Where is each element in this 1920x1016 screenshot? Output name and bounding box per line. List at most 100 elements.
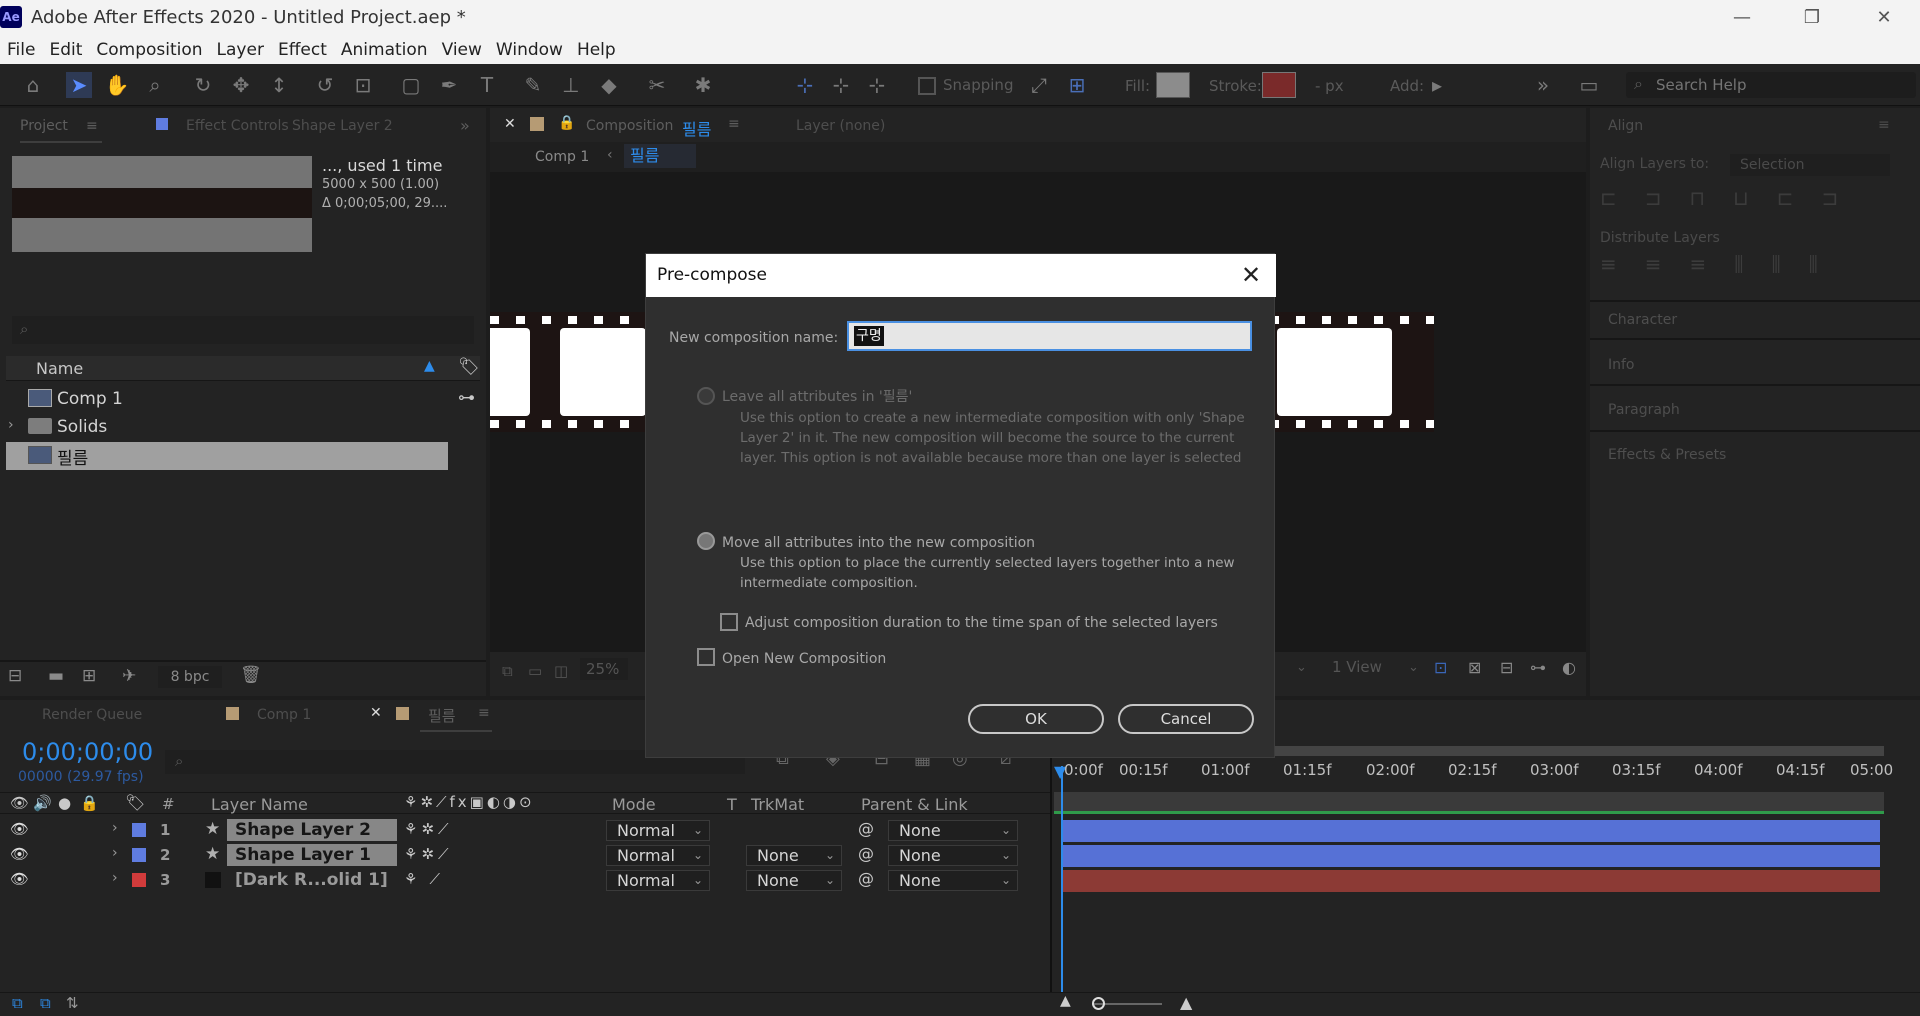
solo-icon[interactable]: ●	[58, 794, 71, 812]
layer-name-column-header[interactable]: Layer Name	[211, 795, 308, 814]
eye-icon[interactable]: 👁	[10, 794, 29, 812]
pen-tool-icon[interactable]: ✒	[436, 72, 462, 98]
close-icon[interactable]: ✕	[1238, 262, 1264, 288]
minimize-icon[interactable]: —	[1722, 4, 1762, 32]
project-settings-icon[interactable]: ✈	[122, 666, 136, 686]
align-menu-icon[interactable]: ≡	[1878, 117, 1890, 133]
project-item-film[interactable]: 필름	[6, 442, 448, 470]
ok-button[interactable]: OK	[968, 704, 1104, 734]
layer-switches[interactable]: ⚘✲⟋	[404, 820, 453, 838]
pick-whip-icon[interactable]: @	[858, 869, 874, 888]
layer-label-color[interactable]	[132, 873, 146, 887]
close-tab-icon[interactable]: ✕	[504, 116, 516, 132]
project-search-field[interactable]: ⌕	[12, 316, 474, 344]
layer-duration-bar[interactable]	[1062, 870, 1880, 892]
trkmat-dropdown[interactable]: None ⌄	[746, 845, 842, 866]
pick-whip-icon[interactable]: @	[858, 819, 874, 838]
layer-name[interactable]: Shape Layer 1	[227, 844, 397, 866]
align-buttons[interactable]: ⊏⊐⊓⊔⊏⊐	[1600, 186, 1910, 216]
comp1-timeline-tab[interactable]: Comp 1	[257, 707, 311, 723]
new-composition-icon[interactable]: ⊞	[82, 666, 96, 686]
eye-icon[interactable]: 👁	[10, 820, 29, 838]
breadcrumb-current[interactable]: 필름	[624, 144, 696, 168]
trash-icon[interactable]: 🗑	[240, 665, 262, 685]
menu-help[interactable]: Help	[577, 40, 616, 60]
breadcrumb-comp1[interactable]: Comp 1	[535, 149, 589, 165]
lock-icon[interactable]: 🔒	[558, 115, 575, 131]
character-panel-title[interactable]: Character	[1608, 312, 1677, 328]
exposure-icon[interactable]: ◐	[1562, 658, 1576, 677]
new-folder-icon[interactable]: ▬	[48, 666, 64, 686]
stroke-width[interactable]: - px	[1315, 77, 1344, 95]
adjust-duration-checkbox[interactable]	[720, 613, 738, 631]
add-menu-icon[interactable]: ▸	[1424, 72, 1450, 98]
parent-dropdown[interactable]: None ⌄	[888, 845, 1018, 866]
effects-presets-panel-title[interactable]: Effects & Presets	[1608, 447, 1726, 463]
pick-whip-icon[interactable]: @	[858, 844, 874, 863]
zoom-slider-thumb[interactable]	[1092, 997, 1105, 1010]
layer-duration-bar[interactable]	[1062, 845, 1880, 867]
layer-duration-bar[interactable]	[1062, 820, 1880, 842]
project-tab[interactable]: Project	[20, 118, 68, 134]
expand-arrow-icon[interactable]: ›	[8, 417, 14, 433]
world-axis-icon[interactable]: ⊹	[828, 72, 854, 98]
expand-toolbar-icon[interactable]: »	[1530, 72, 1556, 98]
expand-arrow-icon[interactable]: ›	[112, 820, 118, 836]
time-ruler[interactable]: 0:00f 00:15f 01:00f 01:15f 02:00f 02:15f…	[1064, 761, 1894, 785]
snap-edges-icon[interactable]: ⤢	[1026, 72, 1052, 98]
stroke-swatch[interactable]	[1262, 72, 1296, 98]
menu-edit[interactable]: Edit	[49, 40, 82, 60]
layer-tab[interactable]: Layer (none)	[796, 118, 885, 134]
transfer-controls-toggle-icon[interactable]: ⧉	[40, 994, 51, 1012]
parent-dropdown[interactable]: None ⌄	[888, 870, 1018, 891]
brush-tool-icon[interactable]: ✎	[520, 72, 546, 98]
eye-icon[interactable]: 👁	[10, 845, 29, 863]
zoom-dropdown[interactable]: 25%	[580, 658, 628, 680]
mode-dropdown[interactable]: Normal ⌄	[606, 870, 710, 891]
cancel-button[interactable]: Cancel	[1118, 704, 1254, 734]
fast-previews-icon[interactable]: ⊡	[1434, 658, 1447, 677]
comp-name-input[interactable]: 구명	[847, 321, 1252, 351]
snapshot-icon[interactable]: ⊟	[1500, 658, 1513, 677]
close-tab-icon[interactable]: ✕	[370, 705, 382, 721]
always-preview-icon[interactable]: ⧉	[502, 662, 513, 680]
transparency-grid-icon[interactable]: ⊠	[1468, 658, 1481, 677]
anchor-tool-icon[interactable]: ⊡	[350, 72, 376, 98]
orbit-tool-icon[interactable]: ↻	[190, 72, 216, 98]
name-column-header[interactable]: Name	[36, 359, 83, 378]
layer-row[interactable]: 👁 › 2 ★ Shape Layer 1 ⚘✲⟋ Normal ⌄ None ⌄ …	[0, 843, 1050, 868]
composition-tab[interactable]: Composition	[586, 118, 673, 134]
local-axis-icon[interactable]: ⊹	[792, 72, 818, 98]
leave-attributes-radio[interactable]	[697, 387, 715, 405]
in-out-toggle-icon[interactable]: ⇅	[66, 994, 79, 1012]
views-dropdown[interactable]: 1 View	[1332, 658, 1382, 676]
timeline-menu-icon[interactable]: ≡	[478, 705, 490, 721]
snap-grid-icon[interactable]: ⊞	[1064, 72, 1090, 98]
close-window-icon[interactable]: ✕	[1864, 4, 1904, 32]
panel-overflow-icon[interactable]: »	[460, 116, 470, 135]
info-panel-title[interactable]: Info	[1608, 357, 1635, 373]
monitor-icon[interactable]: ▭	[528, 662, 542, 680]
menu-layer[interactable]: Layer	[217, 40, 264, 60]
selection-tool-icon[interactable]: ➤	[66, 72, 92, 98]
paragraph-panel-title[interactable]: Paragraph	[1608, 402, 1680, 418]
lock-icon[interactable]: 🔒	[80, 794, 99, 812]
project-menu-icon[interactable]: ≡	[86, 118, 98, 134]
project-item-solids[interactable]: › Solids	[6, 414, 480, 442]
current-time-indicator[interactable]	[1061, 766, 1063, 1016]
comp-panel-menu-icon[interactable]: ≡	[728, 116, 740, 132]
fill-swatch[interactable]	[1156, 72, 1190, 98]
dolly-tool-icon[interactable]: ↕	[266, 72, 292, 98]
render-queue-tab[interactable]: Render Queue	[42, 707, 142, 723]
home-icon[interactable]: ⌂	[20, 72, 46, 98]
menu-window[interactable]: Window	[496, 40, 563, 60]
search-help-input[interactable]	[1656, 75, 1906, 95]
label-tag-icon[interactable]: 🏷	[125, 793, 145, 812]
clone-stamp-tool-icon[interactable]: ⊥	[558, 72, 584, 98]
trkmat-dropdown[interactable]: None ⌄	[746, 870, 842, 891]
effect-controls-layer[interactable]: Shape Layer 2	[292, 118, 393, 134]
view-axis-icon[interactable]: ⊹	[864, 72, 890, 98]
layer-switches[interactable]: ⚘✲⟋	[404, 845, 453, 863]
menu-view[interactable]: View	[442, 40, 482, 60]
chevron-down-icon[interactable]: ⌄	[1408, 660, 1419, 675]
